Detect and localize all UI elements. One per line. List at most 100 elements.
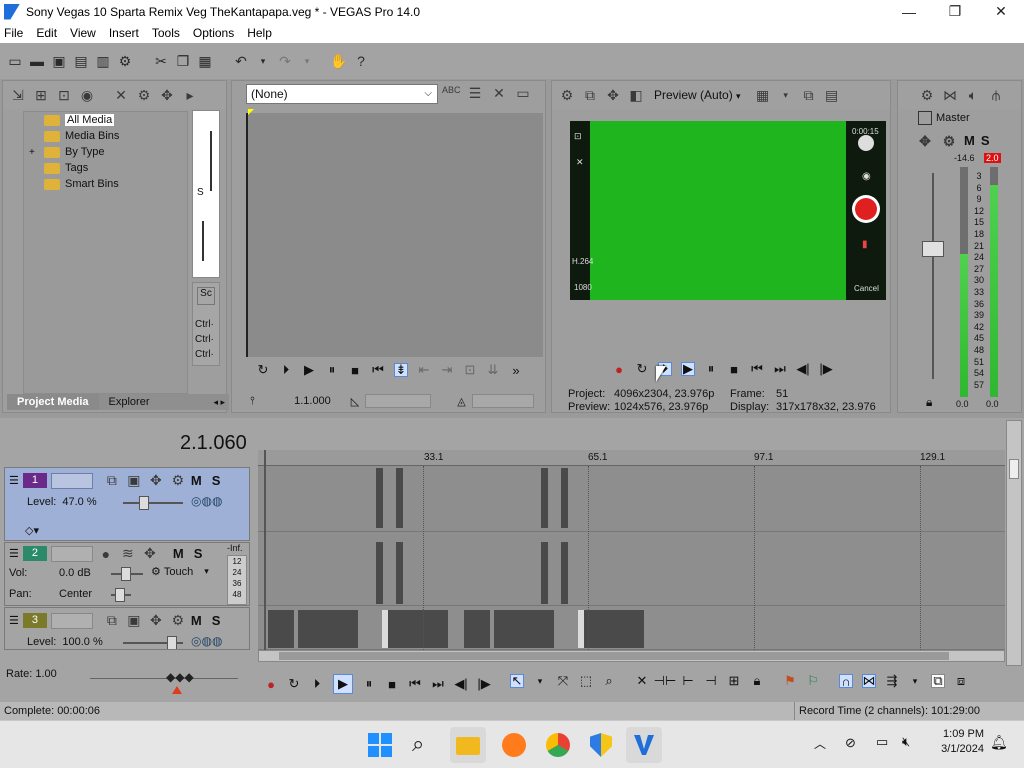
- zoom-tool-icon[interactable]: ⌕: [602, 673, 616, 688]
- keyframe-icon[interactable]: ◇▾: [25, 524, 39, 537]
- web-icon[interactable]: ◉: [78, 87, 96, 104]
- master-pan-icon[interactable]: ✥: [916, 133, 934, 150]
- previous-frame-icon[interactable]: ◀|: [796, 361, 810, 376]
- fx-icon[interactable]: ⫛: [987, 87, 1005, 104]
- delete-icon[interactable]: ✕: [635, 673, 649, 688]
- timeline-horizontal-scrollbar[interactable]: [258, 650, 1005, 662]
- mark-in-icon[interactable]: ◺: [351, 395, 359, 408]
- track-fx-icon[interactable]: ✥: [147, 472, 165, 489]
- play-icon[interactable]: ▶: [681, 361, 695, 376]
- solo-button[interactable]: S: [212, 613, 221, 628]
- go-to-start-icon[interactable]: ⏮: [750, 361, 764, 376]
- video-fx-icon[interactable]: ◧: [627, 87, 645, 104]
- track-fx-icon[interactable]: ✥: [147, 612, 165, 629]
- ignore-grouping-icon[interactable]: ⧈: [954, 673, 968, 688]
- pause-icon[interactable]: ⏸: [704, 361, 718, 376]
- stop-icon[interactable]: ■: [727, 362, 741, 377]
- clip-event[interactable]: [396, 468, 403, 528]
- remove-icon[interactable]: ✕: [112, 87, 130, 104]
- mark-out-icon[interactable]: ◬: [457, 395, 465, 408]
- menu-insert[interactable]: Insert: [109, 26, 139, 40]
- display-icon[interactable]: ▭: [876, 734, 888, 750]
- track-name-field[interactable]: [50, 545, 93, 562]
- snapping-icon[interactable]: ∩: [839, 674, 853, 689]
- insert-region-icon[interactable]: ⚐: [806, 673, 820, 688]
- fit-icon[interactable]: ⊡: [463, 362, 477, 377]
- security-shield-icon[interactable]: [590, 733, 612, 757]
- ripple-edit-icon[interactable]: ⇶: [885, 673, 899, 688]
- track-3-clips[interactable]: [268, 610, 648, 648]
- tree-item-media-bins[interactable]: Media Bins: [24, 128, 187, 144]
- firefox-icon[interactable]: [502, 733, 526, 757]
- mute-button[interactable]: M: [173, 546, 184, 561]
- record-icon[interactable]: ●: [612, 362, 626, 377]
- redo-icon[interactable]: ↷: [276, 52, 294, 70]
- trimmer-overwrite-icon[interactable]: ⇊: [486, 362, 500, 377]
- mute-button[interactable]: M: [191, 473, 202, 488]
- timeline-ruler[interactable]: 33.1 65.1 97.1 129.1: [258, 450, 1005, 466]
- help-hand-icon[interactable]: ✋: [330, 52, 348, 70]
- chrome-icon[interactable]: [546, 733, 570, 757]
- rate-slider-handle[interactable]: ◆◆◆: [166, 670, 194, 684]
- timeline-vertical-scrollbar[interactable]: [1006, 420, 1022, 666]
- master-solo-button[interactable]: S: [981, 133, 990, 150]
- pause-icon[interactable]: ⏸: [325, 362, 339, 377]
- paste-icon[interactable]: ▦: [196, 52, 214, 70]
- more-icon[interactable]: »: [509, 363, 523, 378]
- track-collapse-icon[interactable]: ☰: [9, 474, 19, 487]
- trim-start-icon[interactable]: ⊢: [681, 673, 695, 688]
- track-gear-icon[interactable]: ⚙: [169, 612, 187, 629]
- insert-marker-icon[interactable]: ⚑: [783, 673, 797, 688]
- insert-before-icon[interactable]: ⇤: [417, 362, 431, 377]
- system-clock[interactable]: 1:09 PM 3/1/2024: [926, 727, 984, 757]
- clip-event[interactable]: [376, 542, 383, 604]
- preview-properties-gear-icon[interactable]: ⚙: [558, 87, 576, 104]
- trimmer-media-select[interactable]: (None) ⌵: [246, 84, 438, 104]
- normal-edit-tool-icon[interactable]: ↖: [510, 673, 524, 688]
- track-motion-icon[interactable]: ▣: [125, 612, 143, 629]
- compositing-icon[interactable]: ⧉: [103, 612, 121, 629]
- edit-tool-dropdown-icon[interactable]: ▾: [533, 674, 547, 688]
- stop-icon[interactable]: ■: [348, 363, 362, 378]
- network-icon[interactable]: ⊘: [845, 735, 856, 751]
- abc-icon[interactable]: ABC: [442, 85, 461, 102]
- trim-icon[interactable]: ⊣⊢: [654, 673, 677, 688]
- play-from-start-icon[interactable]: ⏵: [310, 676, 324, 691]
- go-to-start-icon[interactable]: ⏮: [371, 362, 385, 377]
- clip-event[interactable]: [376, 468, 383, 528]
- record-icon[interactable]: ●: [264, 677, 278, 692]
- media-fx-icon[interactable]: ⚙: [135, 87, 153, 104]
- master-checkbox[interactable]: [918, 111, 932, 125]
- track-header-1[interactable]: ☰ 1 ⧉ ▣ ✥ ⚙ M S Level: 47.0 % ◎◍◍ ◇▾: [4, 467, 250, 541]
- menu-options[interactable]: Options: [193, 26, 234, 40]
- add-to-timeline-icon[interactable]: ⇟: [394, 362, 408, 377]
- solo-button[interactable]: S: [194, 546, 203, 561]
- track-name-field[interactable]: [50, 612, 93, 629]
- clip-event[interactable]: [396, 542, 403, 604]
- show-hidden-icons-icon[interactable]: ︿: [814, 735, 826, 752]
- go-to-start-icon[interactable]: ⏮: [408, 676, 422, 691]
- lock-event-icon[interactable]: 🔒︎: [750, 673, 764, 688]
- envelope-tool-icon[interactable]: ⤧: [556, 673, 570, 688]
- go-to-end-icon[interactable]: ⏭: [773, 361, 787, 376]
- notification-bell-icon[interactable]: 🔔︎: [990, 734, 1008, 751]
- mute-button[interactable]: M: [191, 613, 202, 628]
- downmix-icon[interactable]: ⋈: [941, 87, 959, 104]
- lock-envelopes-icon[interactable]: ⧉: [931, 673, 945, 688]
- tree-item-all-media[interactable]: All Media: [24, 112, 187, 128]
- phase-icon[interactable]: ≋: [119, 545, 137, 562]
- arm-record-icon[interactable]: ●: [97, 546, 115, 562]
- open-folder-icon[interactable]: ▬: [28, 52, 46, 70]
- composite-mode-icons[interactable]: ◎◍◍: [191, 494, 222, 508]
- tree-item-tags[interactable]: Tags: [24, 160, 187, 176]
- next-frame-icon[interactable]: |▶: [477, 676, 491, 691]
- cut-icon[interactable]: ✂: [152, 52, 170, 70]
- menu-view[interactable]: View: [70, 26, 96, 40]
- file-explorer-taskbar-button[interactable]: [450, 727, 486, 763]
- tree-item-smart-bins[interactable]: Smart Bins: [24, 176, 187, 192]
- properties-gear-icon[interactable]: ⚙: [116, 52, 134, 70]
- pause-icon[interactable]: ⏸: [362, 676, 376, 691]
- search-icon[interactable]: ⌕: [412, 731, 424, 757]
- save-snapshot-icon[interactable]: ▤: [823, 87, 841, 104]
- trim-end-icon[interactable]: ⊣: [704, 673, 718, 688]
